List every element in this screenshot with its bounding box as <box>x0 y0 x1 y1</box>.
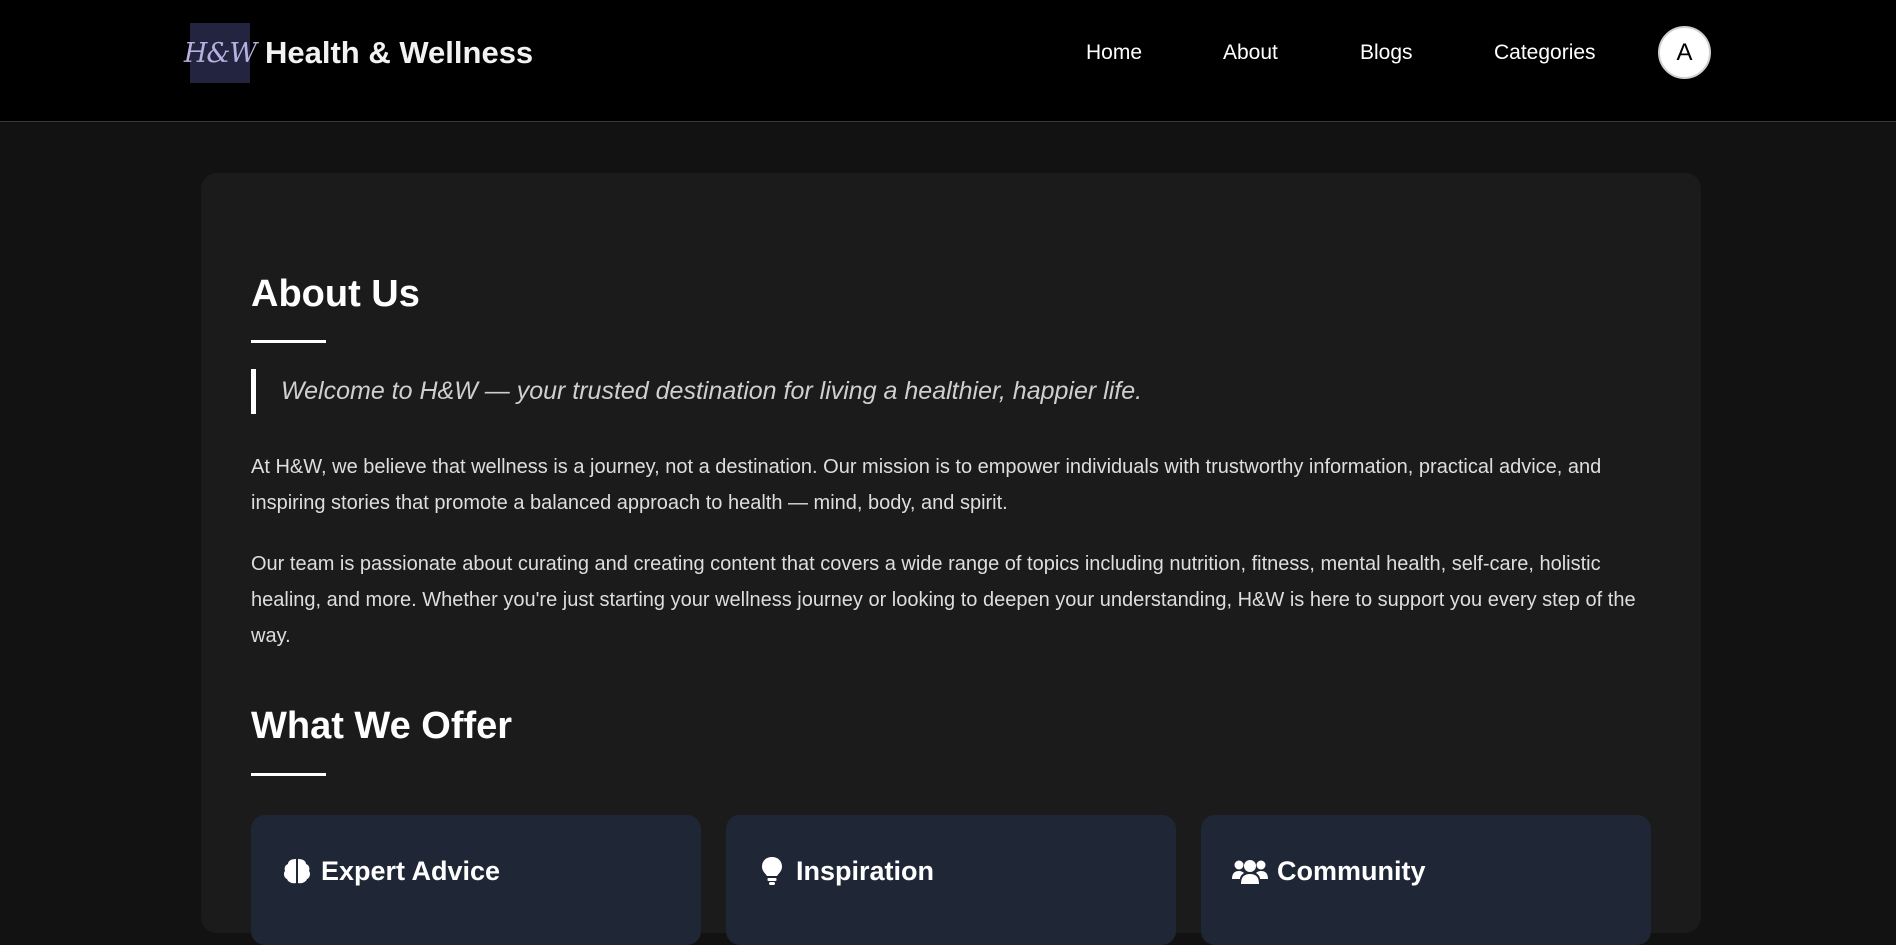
offer-card-header: Community <box>1231 855 1426 887</box>
site-logo[interactable]: H&W <box>184 23 257 83</box>
about-title-underline <box>251 340 326 343</box>
offer-card-title: Community <box>1277 855 1426 886</box>
offer-card-title: Inspiration <box>796 855 935 886</box>
nav-link-blogs[interactable]: Blogs <box>1360 41 1413 65</box>
team-paragraph: Our team is passionate about curating an… <box>251 553 1636 647</box>
about-card: About Us Welcome to H&W — your trusted d… <box>201 173 1701 945</box>
brain-icon <box>281 855 313 887</box>
user-avatar[interactable]: A <box>1658 26 1711 79</box>
brand[interactable]: H&W Health & Wellness <box>184 23 533 83</box>
nav-link-categories[interactable]: Categories <box>1494 41 1596 65</box>
offer-card-inspiration: Inspiration <box>726 815 1176 945</box>
users-icon <box>1231 855 1269 887</box>
offer-card-header: Inspiration <box>756 855 934 887</box>
mission-paragraph: At H&W, we believe that wellness is a jo… <box>251 456 1602 514</box>
welcome-quote-text: Welcome to H&W — your trusted destinatio… <box>281 377 1143 405</box>
top-navbar: H&W Health & Wellness Home About Blogs C… <box>0 0 1896 122</box>
brand-name[interactable]: Health & Wellness <box>265 35 533 71</box>
nav-link-home[interactable]: Home <box>1086 41 1142 65</box>
offer-title: What We Offer <box>251 705 513 747</box>
nav-link-about[interactable]: About <box>1223 41 1278 65</box>
offer-card-title: Expert Advice <box>321 855 501 886</box>
offer-card-header: Expert Advice <box>281 855 500 887</box>
welcome-quote: Welcome to H&W — your trusted destinatio… <box>251 369 1142 414</box>
offer-card-community: Community <box>1201 815 1651 945</box>
offer-card-expert-advice: Expert Advice <box>251 815 701 945</box>
lightbulb-icon <box>756 855 788 887</box>
offer-title-underline <box>251 773 326 776</box>
about-title: About Us <box>251 273 420 315</box>
